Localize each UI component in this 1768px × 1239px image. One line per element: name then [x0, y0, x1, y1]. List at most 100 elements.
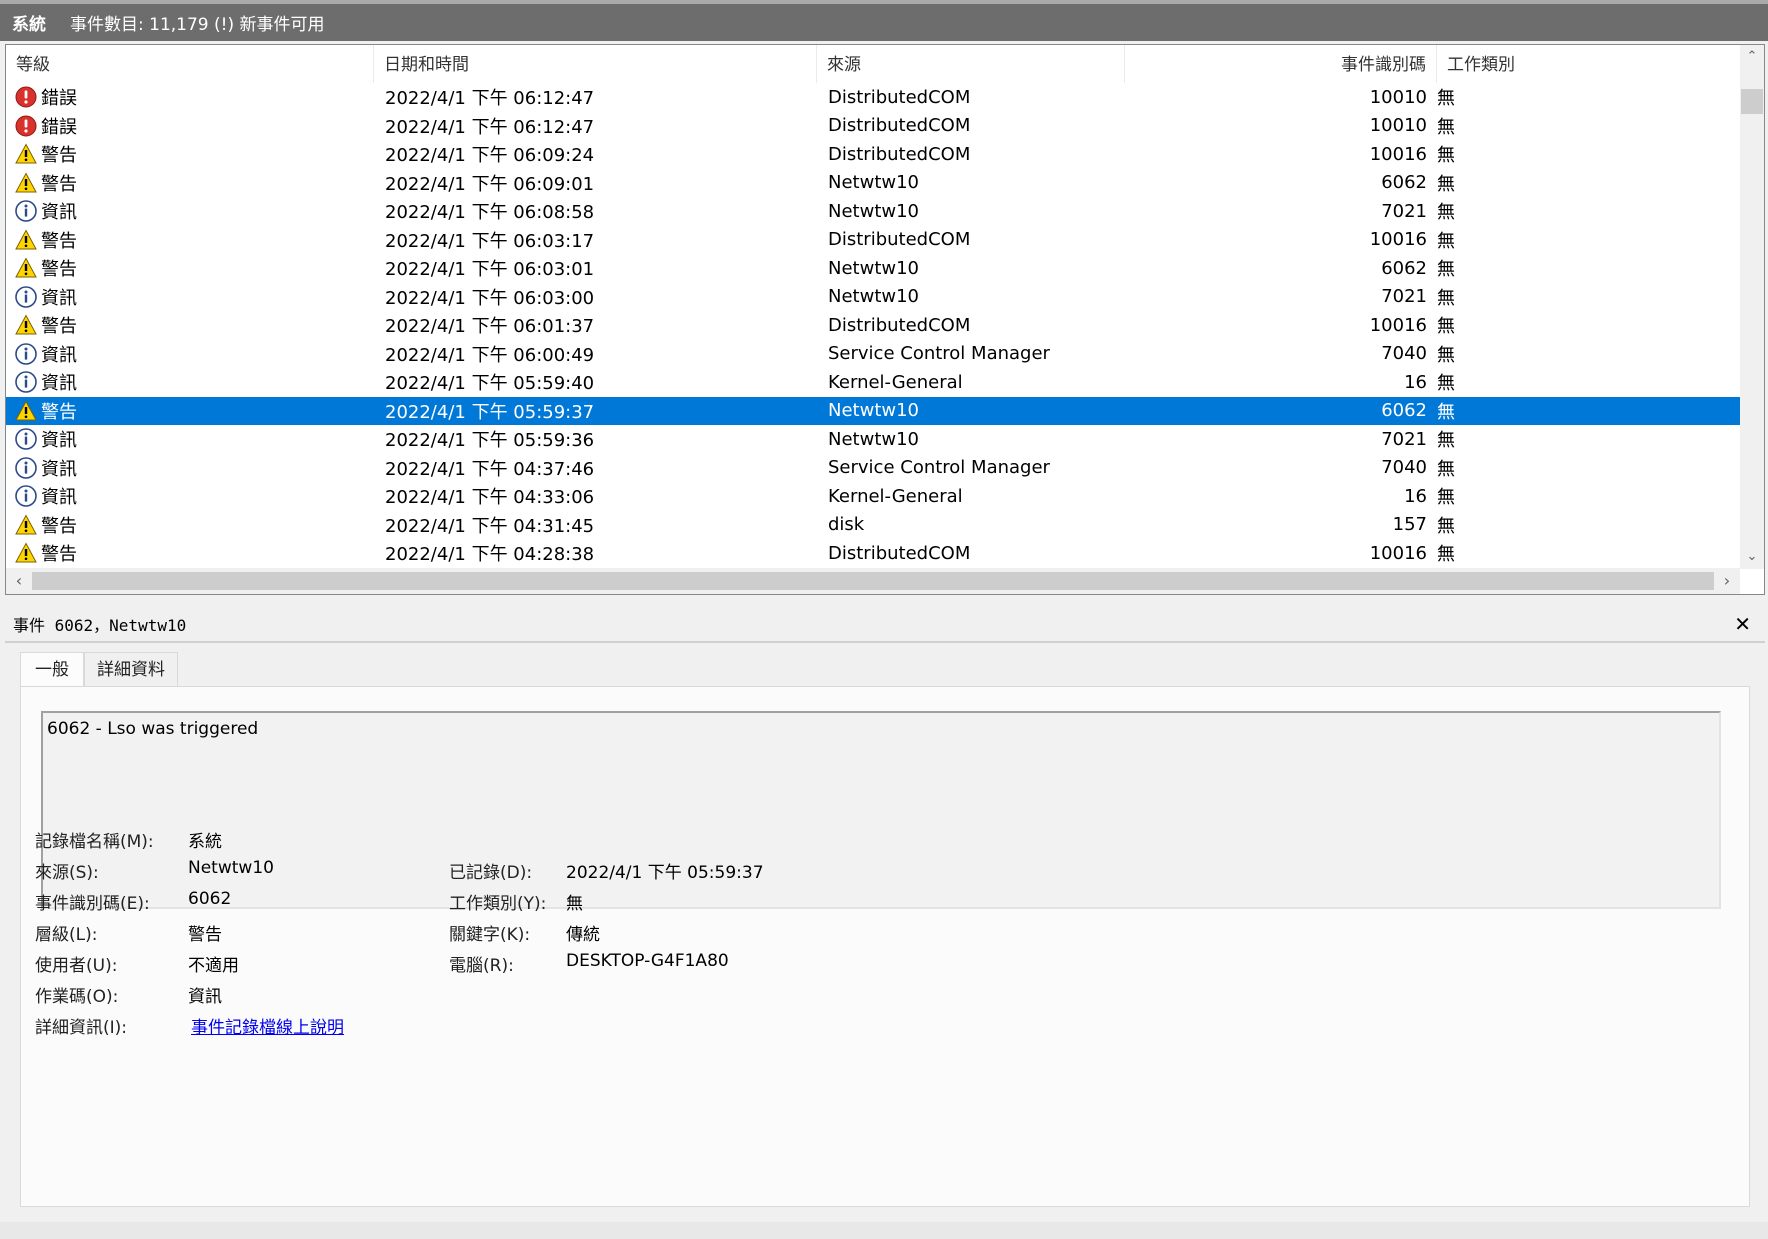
column-header-level[interactable]: 等級	[6, 45, 374, 83]
date-cell: 2022/4/1 下午 04:33:06	[385, 487, 595, 509]
level-text: 警告	[41, 515, 77, 537]
warning-icon	[14, 313, 38, 337]
table-row[interactable]: 資訊 2022/4/1 下午 06:03:00 Netwtw10 7021 無	[6, 283, 1740, 312]
date-cell: 2022/4/1 下午 06:12:47	[385, 88, 595, 110]
table-row[interactable]: 資訊 2022/4/1 下午 06:08:58 Netwtw10 7021 無	[6, 197, 1740, 226]
table-row[interactable]: 資訊 2022/4/1 下午 05:59:36 Netwtw10 7021 無	[6, 425, 1740, 454]
table-row[interactable]: 警告 2022/4/1 下午 05:59:37 Netwtw10 6062 無	[6, 396, 1740, 425]
date-cell: 2022/4/1 下午 06:03:17	[385, 230, 595, 252]
task-cell: 無	[1437, 401, 1455, 423]
close-icon[interactable]: ✕	[1734, 612, 1751, 636]
computer-value: DESKTOP-G4F1A80	[566, 951, 729, 971]
level-text: 警告	[41, 316, 77, 338]
detail-header: 事件 6062，Netwtw10 ✕	[5, 607, 1765, 643]
table-row[interactable]: 資訊 2022/4/1 下午 05:59:40 Kernel-General 16 無	[6, 368, 1740, 397]
source-label: 來源(S):	[35, 863, 99, 883]
task-cell: 無	[1437, 202, 1455, 224]
general-tab-body: 6062 - Lso was triggered 記錄檔名稱(M): 系統 來源…	[20, 686, 1750, 1207]
vertical-scroll-thumb[interactable]	[1741, 89, 1763, 114]
task-cell: 無	[1437, 230, 1455, 252]
tab-general[interactable]: 一般	[20, 652, 84, 688]
date-cell: 2022/4/1 下午 05:59:40	[385, 373, 595, 395]
task-cell: 無	[1437, 373, 1455, 395]
table-row[interactable]: 警告 2022/4/1 下午 04:31:45 disk 157 無	[6, 511, 1740, 540]
event-log-online-help-link[interactable]: 事件記錄檔線上說明	[191, 1013, 344, 1038]
source-cell: Netwtw10	[828, 428, 920, 450]
date-cell: 2022/4/1 下午 05:59:36	[385, 430, 595, 452]
level-text: 警告	[41, 145, 77, 167]
level-cell: 警告	[6, 312, 385, 338]
scroll-up-icon[interactable]: ⌃	[1740, 45, 1764, 69]
status-strip	[0, 1222, 1768, 1239]
detail-title: 事件 6062，Netwtw10	[13, 616, 187, 635]
table-row[interactable]: 警告 2022/4/1 下午 06:09:01 Netwtw10 6062 無	[6, 169, 1740, 198]
warning-icon	[14, 399, 38, 423]
task-cell: 無	[1437, 173, 1455, 195]
horizontal-scrollbar[interactable]: ‹ ›	[6, 568, 1740, 594]
event-id-value: 6062	[188, 889, 232, 909]
level-cell: 錯誤	[6, 113, 385, 139]
source-cell: DistributedCOM	[828, 115, 971, 137]
source-cell: Netwtw10	[828, 257, 920, 279]
level-text: 警告	[41, 230, 77, 252]
table-row[interactable]: 資訊 2022/4/1 下午 04:37:46 Service Control Ma…	[6, 454, 1740, 483]
scroll-down-icon[interactable]: ⌄	[1740, 545, 1764, 569]
date-cell: 2022/4/1 下午 06:09:24	[385, 145, 595, 167]
source-cell: Netwtw10	[828, 200, 920, 222]
scroll-left-icon[interactable]: ‹	[6, 568, 32, 594]
column-header-date[interactable]: 日期和時間	[374, 45, 817, 83]
table-row[interactable]: 錯誤 2022/4/1 下午 06:12:47 DistributedCOM 1001…	[6, 112, 1740, 141]
event-id-cell: 6062	[1381, 257, 1427, 279]
table-row[interactable]: 警告 2022/4/1 下午 04:28:38 DistributedCOM 1001…	[6, 539, 1740, 568]
date-cell: 2022/4/1 下午 04:37:46	[385, 458, 595, 480]
date-cell: 2022/4/1 下午 06:00:49	[385, 344, 595, 366]
level-cell: 資訊	[6, 483, 385, 509]
column-header-source[interactable]: 來源	[817, 45, 1125, 83]
source-cell: DistributedCOM	[828, 229, 971, 251]
level-text: 資訊	[41, 430, 77, 452]
more-info-label: 詳細資訊(I):	[35, 1018, 128, 1038]
table-row[interactable]: 資訊 2022/4/1 下午 04:33:06 Kernel-General 16 無	[6, 482, 1740, 511]
event-id-cell: 7021	[1381, 200, 1427, 222]
event-id-cell: 10016	[1369, 542, 1427, 564]
date-cell: 2022/4/1 下午 06:09:01	[385, 173, 595, 195]
table-row[interactable]: 資訊 2022/4/1 下午 06:00:49 Service Control Ma…	[6, 340, 1740, 369]
table-row[interactable]: 警告 2022/4/1 下午 06:09:24 DistributedCOM 1001…	[6, 140, 1740, 169]
table-row[interactable]: 警告 2022/4/1 下午 06:03:01 Netwtw10 6062 無	[6, 254, 1740, 283]
user-label: 使用者(U):	[35, 956, 118, 976]
level-text: 警告	[41, 401, 77, 423]
info-icon	[14, 456, 38, 480]
date-cell: 2022/4/1 下午 06:08:58	[385, 202, 595, 224]
source-cell: Netwtw10	[828, 172, 920, 194]
event-list-panel: 等級 日期和時間 來源 事件識別碼 工作類別 錯誤 2022/4/1 下午 06:…	[5, 44, 1765, 595]
level-text: 資訊	[41, 344, 77, 366]
log-name-label: 記錄檔名稱(M):	[35, 832, 154, 852]
date-cell: 2022/4/1 下午 04:31:45	[385, 515, 595, 537]
task-value: 無	[566, 894, 583, 914]
warning-icon	[14, 256, 38, 280]
column-header-event-id[interactable]: 事件識別碼	[1125, 45, 1437, 83]
event-id-cell: 7040	[1381, 457, 1427, 479]
scroll-right-icon[interactable]: ›	[1714, 568, 1740, 594]
event-id-cell: 10016	[1369, 314, 1427, 336]
vertical-scrollbar[interactable]: ⌃ ⌄	[1740, 45, 1764, 569]
column-header-row: 等級 日期和時間 來源 事件識別碼 工作類別	[6, 45, 1740, 83]
level-text: 警告	[41, 173, 77, 195]
detail-tabs: 一般 詳細資料	[20, 652, 178, 688]
date-cell: 2022/4/1 下午 06:01:37	[385, 316, 595, 338]
column-header-task[interactable]: 工作類別	[1437, 45, 1740, 83]
warning-icon	[14, 228, 38, 252]
event-id-label: 事件識別碼(E):	[35, 894, 150, 914]
table-row[interactable]: 警告 2022/4/1 下午 06:03:17 DistributedCOM 1001…	[6, 226, 1740, 255]
table-row[interactable]: 警告 2022/4/1 下午 06:01:37 DistributedCOM 1001…	[6, 311, 1740, 340]
tab-details[interactable]: 詳細資料	[84, 652, 178, 686]
table-row[interactable]: 錯誤 2022/4/1 下午 06:12:47 DistributedCOM 1001…	[6, 83, 1740, 112]
date-cell: 2022/4/1 下午 06:03:01	[385, 259, 595, 281]
event-id-cell: 6062	[1381, 172, 1427, 194]
task-label: 工作類別(Y):	[449, 894, 547, 914]
level-text: 錯誤	[41, 116, 77, 138]
event-id-cell: 10010	[1369, 86, 1427, 108]
level-label: 層級(L):	[35, 925, 98, 945]
horizontal-scroll-thumb[interactable]	[32, 572, 1714, 590]
source-cell: Kernel-General	[828, 371, 963, 393]
